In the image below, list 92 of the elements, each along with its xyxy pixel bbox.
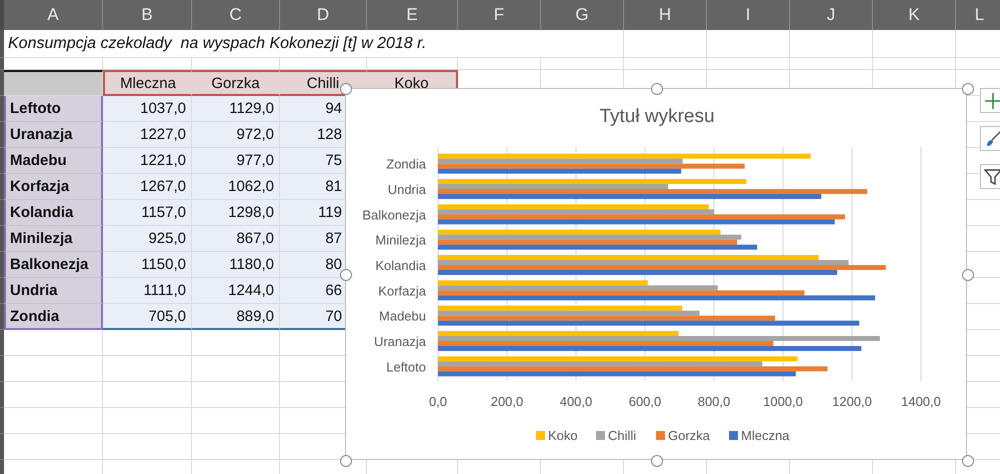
column-heading: Gorzka xyxy=(192,70,280,96)
table-cell: 1244,0 xyxy=(192,278,280,304)
column-header[interactable]: K xyxy=(873,0,956,30)
row-label: Korfazja xyxy=(4,174,103,200)
axis-tick-label: 400,0 xyxy=(560,394,592,409)
axis-tick-label: 1400,0 xyxy=(901,394,941,409)
legend-label: Gorzka xyxy=(668,428,710,443)
chart-title: Tytuł wykresu xyxy=(599,106,715,127)
table-cell: 889,0 xyxy=(192,304,280,330)
row-header[interactable] xyxy=(0,382,4,408)
row-header[interactable] xyxy=(0,70,4,96)
row-header[interactable] xyxy=(0,278,4,304)
category-label: Madebu xyxy=(379,308,426,324)
row-header[interactable] xyxy=(0,434,4,460)
category-label: Uranazja xyxy=(374,334,426,349)
column-heading: Mleczna xyxy=(103,70,192,96)
table-cell: 1150,0 xyxy=(103,252,192,278)
table-cell: 972,0 xyxy=(192,122,280,148)
row-header[interactable] xyxy=(0,252,4,278)
category-label: Zondia xyxy=(386,156,426,172)
column-header[interactable]: H xyxy=(624,0,707,30)
table-cell: 1180,0 xyxy=(192,252,280,278)
axis-tick-label: 1000,0 xyxy=(763,394,803,409)
filter-icon xyxy=(984,168,1000,186)
legend-label: Koko xyxy=(548,428,578,443)
row-header[interactable] xyxy=(0,200,4,226)
table-cell: 1221,0 xyxy=(103,148,192,174)
table-cell: 1062,0 xyxy=(192,174,280,200)
row-header[interactable] xyxy=(0,330,4,356)
row-label: Kolandia xyxy=(4,200,103,226)
row-header[interactable] xyxy=(0,174,4,200)
row-label: Madebu xyxy=(4,148,103,174)
row-label: Leftoto xyxy=(4,96,103,122)
brush-icon xyxy=(984,130,1000,148)
axis-tick-label: 600,0 xyxy=(628,394,662,409)
axis-tick-label: 800,0 xyxy=(698,394,730,409)
legend-swatch xyxy=(536,431,545,440)
column-header[interactable]: D xyxy=(280,0,367,30)
legend-swatch xyxy=(596,431,605,440)
table-cell: 1298,0 xyxy=(192,200,280,226)
category-label: Korfazja xyxy=(378,283,426,298)
table-cell: 1111,0 xyxy=(103,278,192,304)
row-header[interactable] xyxy=(0,356,4,382)
chart-elements-button[interactable] xyxy=(980,88,1000,113)
row-label: Undria xyxy=(4,278,103,304)
row-label: Uranazja xyxy=(4,122,103,148)
column-header[interactable]: B xyxy=(103,0,192,30)
legend-swatch xyxy=(729,431,738,440)
column-heading: Chilli xyxy=(280,70,367,96)
column-header[interactable]: L xyxy=(956,0,1000,30)
row-header[interactable] xyxy=(0,226,4,252)
table-cell: 925,0 xyxy=(103,226,192,252)
legend-label: Chilli xyxy=(608,428,636,443)
plus-icon xyxy=(984,92,1000,110)
header-corner-cell[interactable] xyxy=(4,70,103,96)
table-cell: 1227,0 xyxy=(103,122,192,148)
table-cell: 1267,0 xyxy=(103,174,192,200)
row-label: Balkonezja xyxy=(4,252,103,278)
axis-tick-label: 1200,0 xyxy=(832,394,872,409)
table-cell: 705,0 xyxy=(103,304,192,330)
column-header[interactable]: A xyxy=(4,0,103,30)
legend-swatch xyxy=(656,431,665,440)
row-label: Minilezja xyxy=(4,226,103,252)
column-header[interactable]: E xyxy=(367,0,458,30)
category-label: Kolandia xyxy=(375,258,426,273)
category-label: Leftoto xyxy=(386,359,426,374)
row-header[interactable] xyxy=(0,122,4,148)
row-header[interactable] xyxy=(0,148,4,174)
table-cell: 1157,0 xyxy=(103,200,192,226)
table-cell: 1037,0 xyxy=(103,96,192,122)
axis-tick-label: 0,0 xyxy=(428,394,448,409)
legend-label: Mleczna xyxy=(741,428,790,443)
column-header[interactable]: I xyxy=(707,0,790,30)
chart-area[interactable]: Tytuł wykresu Zondia Undria Balkonezja Minilezja Kolandia Korfazja Madebu Uranazja Leftoto 0,0 200,0 400,0 600,0 800,0 1000,0 1200,0 1400,0 Koko Chilli Gorzka Mleczna xyxy=(345,88,967,460)
table-cell: 1129,0 xyxy=(192,96,280,122)
row-header[interactable] xyxy=(0,30,4,58)
column-header[interactable]: J xyxy=(790,0,873,30)
column-header[interactable]: C xyxy=(192,0,280,30)
row-header[interactable] xyxy=(0,304,4,330)
row-header[interactable] xyxy=(0,408,4,434)
row-label: Zondia xyxy=(4,304,103,330)
column-header[interactable]: G xyxy=(541,0,624,30)
chart-styles-button[interactable] xyxy=(980,126,1000,151)
category-label: Minilezja xyxy=(375,232,426,248)
table-cell: 977,0 xyxy=(192,148,280,174)
category-label: Undria xyxy=(388,182,426,197)
chart-filters-button[interactable] xyxy=(980,164,1000,189)
column-header[interactable]: F xyxy=(458,0,541,30)
axis-tick-label: 200,0 xyxy=(490,394,524,409)
row-header[interactable] xyxy=(0,96,4,122)
table-cell: 867,0 xyxy=(192,226,280,252)
row-header[interactable] xyxy=(0,58,4,70)
